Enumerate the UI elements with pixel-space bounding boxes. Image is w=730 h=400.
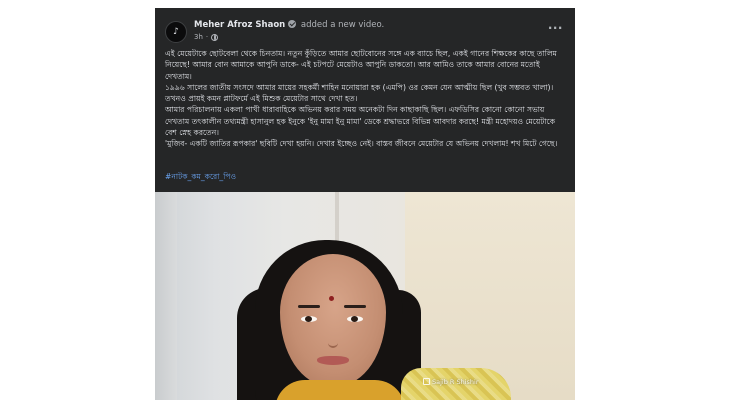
video-subject-eye — [347, 316, 363, 322]
more-options-button[interactable]: ··· — [548, 22, 563, 34]
post-paragraph: আমার পরিচালনায় একলা পাখী ধারাবাহিকে অভি… — [165, 105, 556, 138]
video-subject-brow — [298, 305, 320, 308]
post-action-text: added a new video. — [300, 20, 385, 30]
video-subject-nose — [328, 332, 338, 348]
video-player[interactable]: Sajib R Shishir — [155, 192, 575, 400]
watermark-text: Sajib R Shishir — [432, 378, 479, 386]
video-watermark: Sajib R Shishir — [423, 378, 479, 386]
music-note-icon: ♪ — [173, 26, 179, 37]
video-subject-eye — [301, 316, 317, 322]
author-name[interactable]: Meher Afroz Shaon — [194, 20, 285, 30]
author-avatar[interactable]: ♪ — [165, 21, 187, 43]
video-subject-face — [280, 254, 386, 386]
verified-badge-icon — [288, 20, 297, 28]
post-header: Meher Afroz Shaon added a new video. — [194, 20, 384, 30]
hashtag-link[interactable]: #নাটক_কম_করো_পিও — [165, 171, 236, 184]
globe-icon[interactable] — [211, 33, 219, 41]
post-meta: 3h · — [194, 33, 219, 41]
meta-separator: · — [205, 33, 209, 41]
post-timestamp[interactable]: 3h — [194, 33, 203, 41]
post-paragraph: ১৯৯৬ সালের জাতীয় সংসদে আমার মায়ের সহকর… — [165, 82, 554, 104]
video-subject-lips — [317, 356, 349, 365]
facebook-post: ♪ Meher Afroz Shaon added a new video. 3… — [155, 8, 575, 400]
post-paragraph: 'মুজিব- একটি জাতির রূপকার' ছবিটি দেখা হয… — [165, 139, 558, 149]
video-subject-bindi — [329, 296, 334, 301]
camera-icon — [423, 378, 430, 385]
video-background-door — [155, 192, 177, 400]
video-subject-clothing — [275, 380, 405, 400]
video-subject-brow — [344, 305, 366, 308]
post-body: এই মেয়েটাকে ছোটবেলা থেকে চিনতাম। নতুন ক… — [165, 48, 565, 150]
post-paragraph: এই মেয়েটাকে ছোটবেলা থেকে চিনতাম। নতুন ক… — [165, 49, 557, 81]
